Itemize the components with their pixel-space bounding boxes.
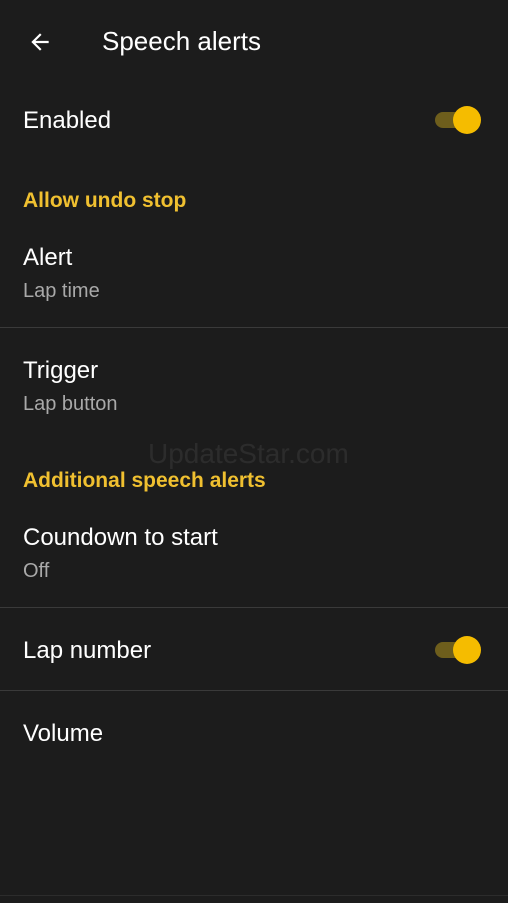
alert-row[interactable]: Alert Lap time	[0, 232, 508, 326]
toggle-thumb	[453, 636, 481, 664]
app-bar: Speech alerts	[0, 0, 508, 84]
back-button[interactable]	[20, 22, 60, 62]
countdown-label: Coundown to start	[23, 524, 218, 551]
divider	[0, 607, 508, 608]
volume-label: Volume	[23, 720, 104, 747]
trigger-row[interactable]: Trigger Lap button	[0, 345, 508, 439]
divider	[0, 327, 508, 328]
countdown-row[interactable]: Coundown to start Off	[0, 512, 508, 606]
alert-value: Lap time	[23, 280, 100, 302]
enabled-toggle[interactable]	[435, 105, 481, 135]
divider	[0, 690, 508, 691]
toggle-thumb	[453, 106, 481, 134]
bottom-edge	[0, 895, 508, 896]
alert-label: Alert	[23, 244, 73, 271]
enabled-label: Enabled	[23, 107, 112, 134]
section-header-additional-speech-alerts: Additional speech alerts	[23, 469, 266, 492]
lap-number-row[interactable]: Lap number	[0, 622, 508, 680]
lap-number-label: Lap number	[23, 637, 152, 664]
countdown-value: Off	[23, 560, 50, 582]
watermark: UpdateStar.com	[148, 438, 349, 469]
section-header-allow-undo-stop: Allow undo stop	[23, 189, 187, 212]
page-title: Speech alerts	[102, 26, 261, 56]
lap-number-toggle[interactable]	[435, 635, 481, 665]
arrow-left-icon	[31, 33, 49, 51]
volume-row[interactable]: Volume	[0, 705, 508, 763]
trigger-label: Trigger	[23, 357, 99, 384]
enabled-row[interactable]: Enabled	[0, 92, 508, 150]
trigger-value: Lap button	[23, 393, 118, 415]
